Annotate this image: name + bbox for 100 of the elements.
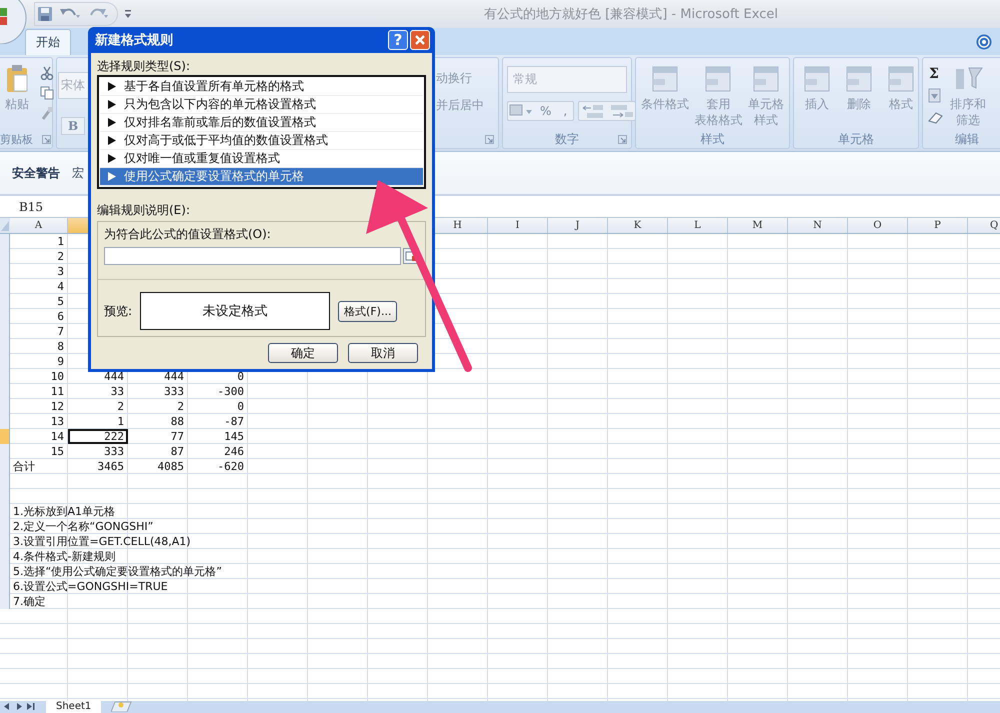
table-cell-text: 6 [56,309,65,324]
list-item[interactable]: 仅对排名靠前或靠后的数值设置格式 [100,114,423,132]
help-button[interactable]: ? [388,30,408,50]
insert-cells-icon[interactable] [802,64,832,94]
table-cell-text: 0 [236,399,245,414]
table-cell-text: 33 [110,384,125,399]
table-cell-text: 4085 [156,459,185,474]
list-item[interactable]: 基于各自值设置所有单元格的格式 [100,78,423,96]
table-cell-text: -620 [216,459,245,474]
table-cell-text: 5 [56,294,65,309]
eraser-icon[interactable] [927,110,945,124]
table-cell-text: 4.条件格式-新建规则 [12,549,116,564]
group-label: 剪贴板 [0,132,33,146]
dialog-launcher-icon[interactable] [618,135,627,144]
table-cell-text: 合计 [12,459,36,474]
list-item[interactable]: 只为包含以下内容的单元格设置格式 [100,96,423,114]
column-header[interactable]: J [548,218,608,233]
column-header[interactable]: P [908,218,968,233]
cancel-button[interactable]: 取消 [348,343,418,363]
table-cell-text: 246 [223,444,245,459]
column-header[interactable]: M [728,218,788,233]
table-cell-text: 444 [163,369,185,384]
table-cell-text: 1 [56,234,65,249]
column-header[interactable]: I [488,218,548,233]
table-cell-text: 5.选择“使用公式确定要设置格式的单元格” [12,564,223,579]
table-cell-text: 1 [116,414,125,429]
column-header[interactable]: N [788,218,848,233]
table-cell-text: 2.定义一个名称“GONGSHI” [12,519,154,534]
table-cell-text: 13 [50,414,65,429]
table-cell-text: 3 [56,264,65,279]
brush-icon[interactable] [40,106,54,120]
column-header[interactable]: O [848,218,908,233]
row-header[interactable] [0,429,10,444]
format-cells-icon[interactable] [886,64,916,94]
group-label: 编辑 [955,130,979,148]
dialog-launcher-icon[interactable] [485,135,494,144]
table-cell-text: 7 [56,324,65,339]
sheet-nav-icon[interactable] [2,701,36,712]
list-item[interactable]: 使用公式确定要设置格式的单元格 [100,168,423,186]
row-header[interactable] [0,234,10,249]
column-header[interactable]: K [608,218,668,233]
new-sheet-icon[interactable] [111,701,134,712]
list-item[interactable]: 仅对高于或低于平均值的数值设置格式 [100,132,423,150]
close-button[interactable] [410,30,430,50]
table-cell-text: 8 [56,339,65,354]
table-cell-text: -87 [223,414,245,429]
copy-icon[interactable] [40,86,54,100]
dialog-title: 新建格式规则 [95,32,173,49]
table-cell-text: 2 [176,399,185,414]
table-cell-text: 4 [56,279,65,294]
macro-notice-text: 宏 [72,164,84,182]
table-icon[interactable] [650,64,680,94]
autosum-button[interactable]: Σ [927,66,945,82]
table-cell-text: 145 [223,429,245,444]
cell-brush-icon[interactable] [751,64,781,94]
save-icon[interactable] [37,6,53,22]
table-cell-text: 14 [50,429,65,444]
group-label: 样式 [700,130,724,148]
row-header[interactable] [0,414,10,429]
row-header[interactable] [0,444,10,459]
column-header[interactable]: L [668,218,728,233]
row-header[interactable] [0,594,10,609]
table-cell-text: 2 [56,249,65,264]
window-title: 有公式的地方就好色 [兼容模式] - Microsoft Excel [483,6,779,23]
group-label: 单元格 [838,130,874,148]
format-button[interactable]: 格式(F)... [338,300,398,322]
table-cell-text: 7.确定 [12,594,46,609]
delete-cells-icon[interactable] [844,64,874,94]
table-brush-icon[interactable] [703,64,734,94]
clipboard-icon[interactable] [5,64,29,94]
group-label: 数字 [555,130,579,148]
close-icon[interactable] [414,34,426,46]
table-cell-text: 6.设置公式=GONGSHI=TRUE [12,579,169,594]
ribbon-tab[interactable]: 开始 [25,29,71,55]
table-cell-text: 333 [103,444,125,459]
table-cell-text: 77 [170,429,185,444]
table-cell-text: 11 [50,384,65,399]
sheet-tab[interactable]: Sheet1 [46,701,102,713]
customize-dropdown-icon[interactable] [124,9,132,19]
preview-label: 预览: [104,302,132,320]
formula-label: 为符合此公式的值设置格式(O): [104,226,272,243]
select-all-icon[interactable] [0,218,10,233]
section-label: 选择规则类型(S): [97,59,192,73]
table-cell-text: 3465 [96,459,125,474]
section-label: 编辑规则说明(E): [97,203,191,217]
formula-field[interactable] [104,247,401,265]
table-cell-text: 88 [170,414,185,429]
fill-icon[interactable] [927,88,943,104]
table-cell-text: 3.设置引用位置=GET.CELL(48,A1) [12,534,192,549]
scissors-icon[interactable] [40,66,54,80]
name-box[interactable]: B15 [0,200,62,214]
table-cell-text: -300 [216,384,245,399]
table-cell-text: 1.光标放到A1单元格 [12,504,116,519]
help-icon[interactable] [976,34,992,50]
security-warning-label: 安全警告 [12,164,60,182]
table-cell-text: 0 [236,369,245,384]
column-header[interactable]: Q [968,218,1000,233]
table-cell-text: 333 [163,384,185,399]
dialog-launcher-icon[interactable] [42,135,51,144]
ok-button[interactable]: 确定 [268,343,338,363]
